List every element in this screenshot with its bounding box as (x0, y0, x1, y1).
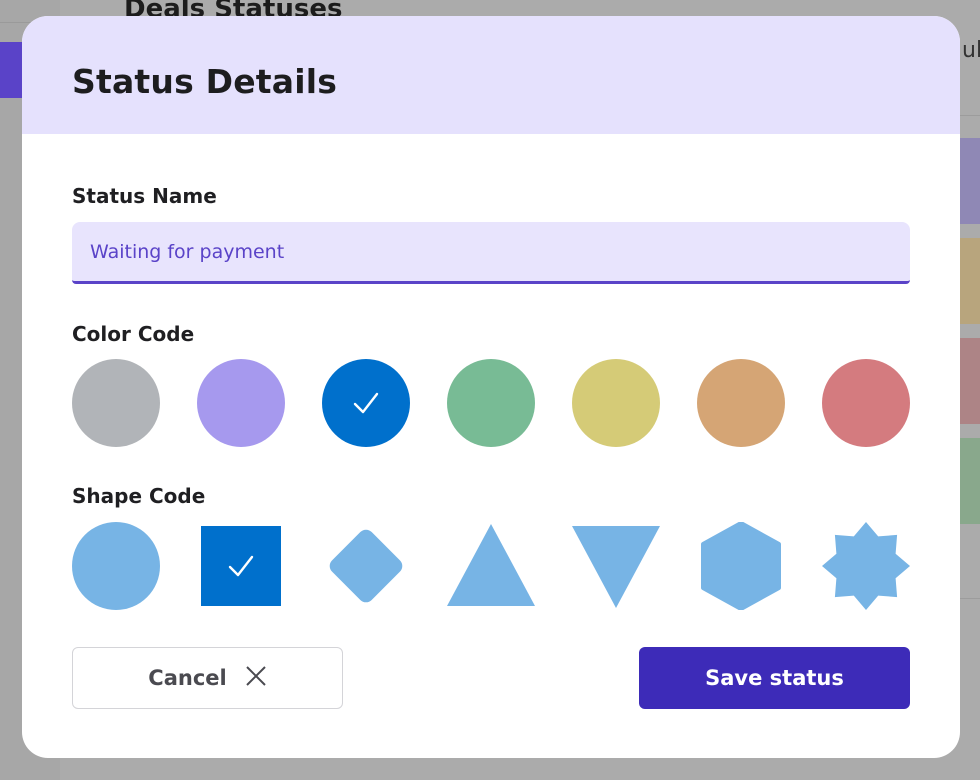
triangle-up-shape-icon (447, 522, 535, 610)
checkmark-icon (351, 388, 381, 418)
background-divider (960, 115, 980, 116)
square-shape-icon (197, 522, 285, 610)
checkmark-icon (197, 522, 285, 610)
color-code-label: Color Code (72, 322, 195, 346)
background-status-card (960, 338, 980, 424)
modal-title: Status Details (72, 62, 338, 101)
background-status-card (960, 138, 980, 224)
save-status-button[interactable]: Save status (639, 647, 910, 709)
shape-option-star-8[interactable] (822, 522, 910, 610)
shape-option-square[interactable] (197, 522, 285, 610)
background-status-card (960, 438, 980, 524)
modal-header: Status Details (22, 16, 960, 134)
shape-option-triangle-down[interactable] (572, 522, 660, 610)
shape-option-triangle-up[interactable] (447, 522, 535, 610)
color-swatch-yellow[interactable] (572, 359, 660, 447)
color-swatch-red[interactable] (822, 359, 910, 447)
shape-option-circle[interactable] (72, 522, 160, 610)
status-name-label: Status Name (72, 184, 217, 208)
diamond-shape-icon (322, 522, 410, 610)
color-swatch-orange[interactable] (697, 359, 785, 447)
color-swatch-gray[interactable] (72, 359, 160, 447)
close-icon (245, 665, 267, 692)
cancel-button-label: Cancel (148, 666, 227, 690)
circle-shape-icon (72, 522, 160, 610)
cancel-button[interactable]: Cancel (72, 647, 343, 709)
triangle-down-shape-icon (572, 522, 660, 610)
shape-code-options (72, 522, 910, 610)
color-swatch-blue[interactable] (322, 359, 410, 447)
shape-option-hexagon[interactable] (697, 522, 785, 610)
background-divider (960, 598, 980, 599)
shape-code-label: Shape Code (72, 484, 206, 508)
background-right-text: ul (962, 38, 980, 63)
color-swatch-green[interactable] (447, 359, 535, 447)
color-swatch-purple[interactable] (197, 359, 285, 447)
color-code-options (72, 359, 910, 447)
status-details-modal: Status Details Status Name Color Code Sh… (22, 16, 960, 758)
star-8-shape-icon (822, 522, 910, 610)
background-sidebar-active-item (0, 42, 24, 98)
status-name-input[interactable] (72, 222, 910, 284)
shape-option-diamond[interactable] (322, 522, 410, 610)
hexagon-shape-icon (697, 522, 785, 610)
background-status-card (960, 238, 980, 324)
